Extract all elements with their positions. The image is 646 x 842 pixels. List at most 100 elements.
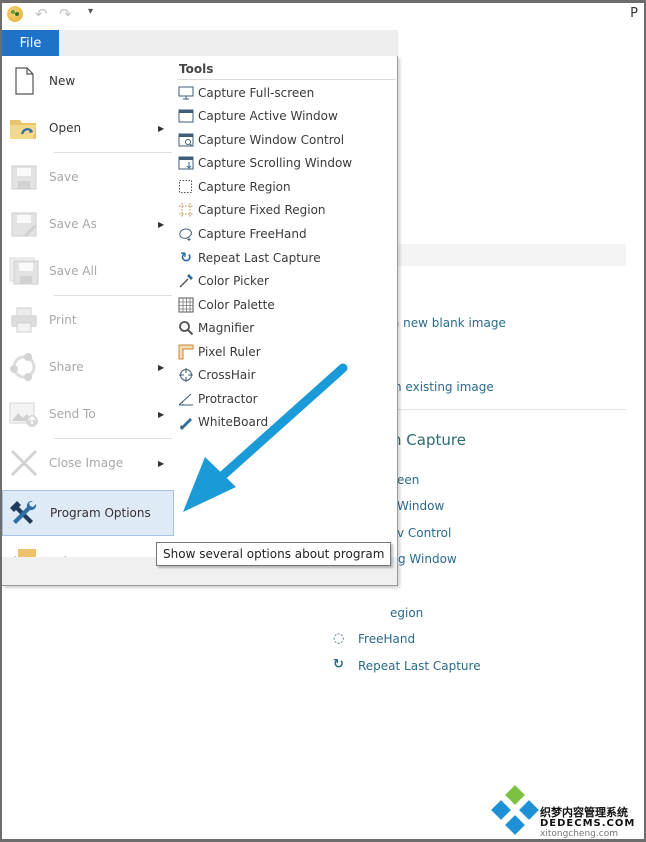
tool-label: Magnifier [198, 321, 255, 335]
freehand-icon: ◌ [333, 631, 345, 646]
watermark-logo-icon [491, 785, 539, 835]
menu-separator [54, 152, 172, 153]
menu-item-print[interactable]: Print [2, 297, 174, 343]
tool-capture-freehand[interactable]: Capture FreeHand [178, 223, 307, 245]
tool-color-picker[interactable]: Color Picker [178, 270, 269, 292]
redo-icon[interactable]: ↷ [59, 5, 72, 23]
tool-label: Color Palette [198, 298, 275, 312]
submenu-arrow-icon: ▶ [158, 219, 165, 229]
eyedropper-icon [178, 273, 194, 289]
tool-capture-fixed-region[interactable]: Capture Fixed Region [178, 199, 326, 221]
tool-label: Capture Active Window [198, 109, 338, 123]
tool-capture-window-control[interactable]: Capture Window Control [178, 129, 344, 151]
window-icon [178, 108, 194, 124]
submenu-arrow-icon: ▶ [158, 409, 165, 419]
tool-label: Pixel Ruler [198, 345, 261, 359]
tool-repeat-last-capture[interactable]: ↻ Repeat Last Capture [178, 247, 320, 269]
region-icon [178, 179, 194, 195]
tools-separator [177, 79, 396, 80]
save-as-icon [11, 212, 37, 237]
freehand-icon [178, 226, 194, 242]
bg-capture-fixed-region-link[interactable]: egion [390, 606, 423, 620]
close-icon [10, 449, 38, 477]
tool-capture-full-screen[interactable]: Capture Full-screen [178, 82, 314, 104]
menu-item-label: Save As [49, 217, 97, 231]
menu-item-new[interactable]: New [2, 58, 174, 104]
menu-item-save[interactable]: Save [2, 154, 174, 200]
menu-item-save-as[interactable]: Save As ▶ [2, 201, 174, 247]
save-all-icon [9, 257, 39, 285]
watermark-line2: DEDECMS.COM [540, 818, 636, 829]
menu-item-open[interactable]: Open ▶ [2, 105, 174, 151]
share-icon [10, 353, 36, 381]
palette-grid-icon [178, 297, 194, 313]
divider [360, 409, 626, 410]
watermark: 织梦内容管理系统 DEDECMS.COM xitongcheng.com [490, 782, 646, 840]
save-icon [11, 165, 37, 190]
bg-repeat-last-capture-link[interactable]: Repeat Last Capture [358, 659, 481, 673]
ribbon-tab-bar [2, 30, 398, 56]
menu-item-close-image[interactable]: Close Image ▶ [2, 440, 174, 486]
bg-capture-scrolling-link[interactable]: g Window [398, 552, 457, 566]
tool-capture-active-window[interactable]: Capture Active Window [178, 105, 338, 127]
bg-capture-fullscreen-link[interactable]: een [397, 473, 419, 487]
fixed-region-icon [178, 202, 194, 218]
tool-pixel-ruler[interactable]: Pixel Ruler [178, 341, 261, 363]
menu-item-send-to[interactable]: Send To ▶ [2, 391, 174, 437]
ruler-icon [178, 344, 194, 360]
new-document-icon [15, 67, 34, 95]
open-folder-icon [10, 120, 36, 139]
menu-item-label: Share [49, 360, 84, 374]
menu-item-program-options[interactable]: Program Options [2, 490, 174, 536]
chevron-down-icon[interactable]: ▾ [88, 6, 93, 17]
repeat-icon: ↻ [180, 250, 192, 266]
send-to-icon [9, 402, 38, 427]
magnifier-icon [178, 320, 194, 336]
protractor-icon [178, 391, 194, 407]
menu-item-label: Save All [49, 264, 98, 278]
section-band [360, 244, 626, 266]
window-search-icon [178, 132, 194, 148]
crosshair-icon [178, 367, 194, 383]
capture-section-heading: n Capture [392, 431, 466, 449]
open-existing-image-link[interactable]: n existing image [394, 380, 494, 394]
scrolling-window-icon [178, 155, 194, 171]
tool-label: Capture Fixed Region [198, 203, 326, 217]
bg-capture-control-link[interactable]: v Control [397, 526, 451, 540]
tool-label: Capture Scrolling Window [198, 156, 353, 170]
menu-item-share[interactable]: Share ▶ [2, 344, 174, 390]
menu-separator [54, 438, 172, 439]
menu-item-label: Save [49, 170, 79, 184]
tool-capture-region[interactable]: Capture Region [178, 176, 291, 198]
menu-item-label: Send To [49, 407, 96, 421]
window-title: P [630, 6, 638, 21]
menu-item-label: Close Image [49, 456, 124, 470]
tool-magnifier[interactable]: Magnifier [178, 317, 254, 339]
tool-crosshair[interactable]: CrossHair [178, 364, 256, 386]
menu-item-save-all[interactable]: Save All [2, 248, 174, 294]
new-blank-image-link[interactable]: a new blank image [392, 316, 506, 330]
tool-whiteboard[interactable]: WhiteBoard [178, 411, 268, 433]
program-options-tooltip: Show several options about program [156, 542, 392, 566]
tool-color-palette[interactable]: Color Palette [178, 294, 275, 316]
tool-capture-scrolling-window[interactable]: Capture Scrolling Window [178, 152, 352, 174]
tool-label: Color Picker [198, 274, 269, 288]
submenu-arrow-icon: ▶ [158, 458, 165, 468]
undo-icon[interactable]: ↶ [35, 5, 48, 23]
menu-item-label: Program Options [50, 506, 151, 520]
app-logo-icon[interactable] [7, 6, 23, 22]
menu-item-label: Open [49, 121, 82, 135]
bg-capture-window-link[interactable]: Window [397, 499, 444, 513]
submenu-arrow-icon: ▶ [158, 362, 165, 372]
submenu-arrow-icon: ▶ [158, 123, 165, 133]
file-tab[interactable]: File [2, 30, 59, 56]
quick-access-toolbar: ↶ ↷ ▾ P [0, 0, 640, 30]
tool-label: Protractor [198, 392, 258, 406]
file-menu: New Open ▶ Save Save As ▶ Save All Print [2, 56, 398, 586]
wrench-screwdriver-icon [10, 500, 37, 524]
tool-label: CrossHair [198, 368, 256, 382]
bg-capture-freehand-link[interactable]: FreeHand [358, 632, 415, 646]
tool-protractor[interactable]: Protractor [178, 388, 258, 410]
menu-item-label: New [49, 74, 76, 88]
watermark-line3: xitongcheng.com [540, 829, 618, 839]
